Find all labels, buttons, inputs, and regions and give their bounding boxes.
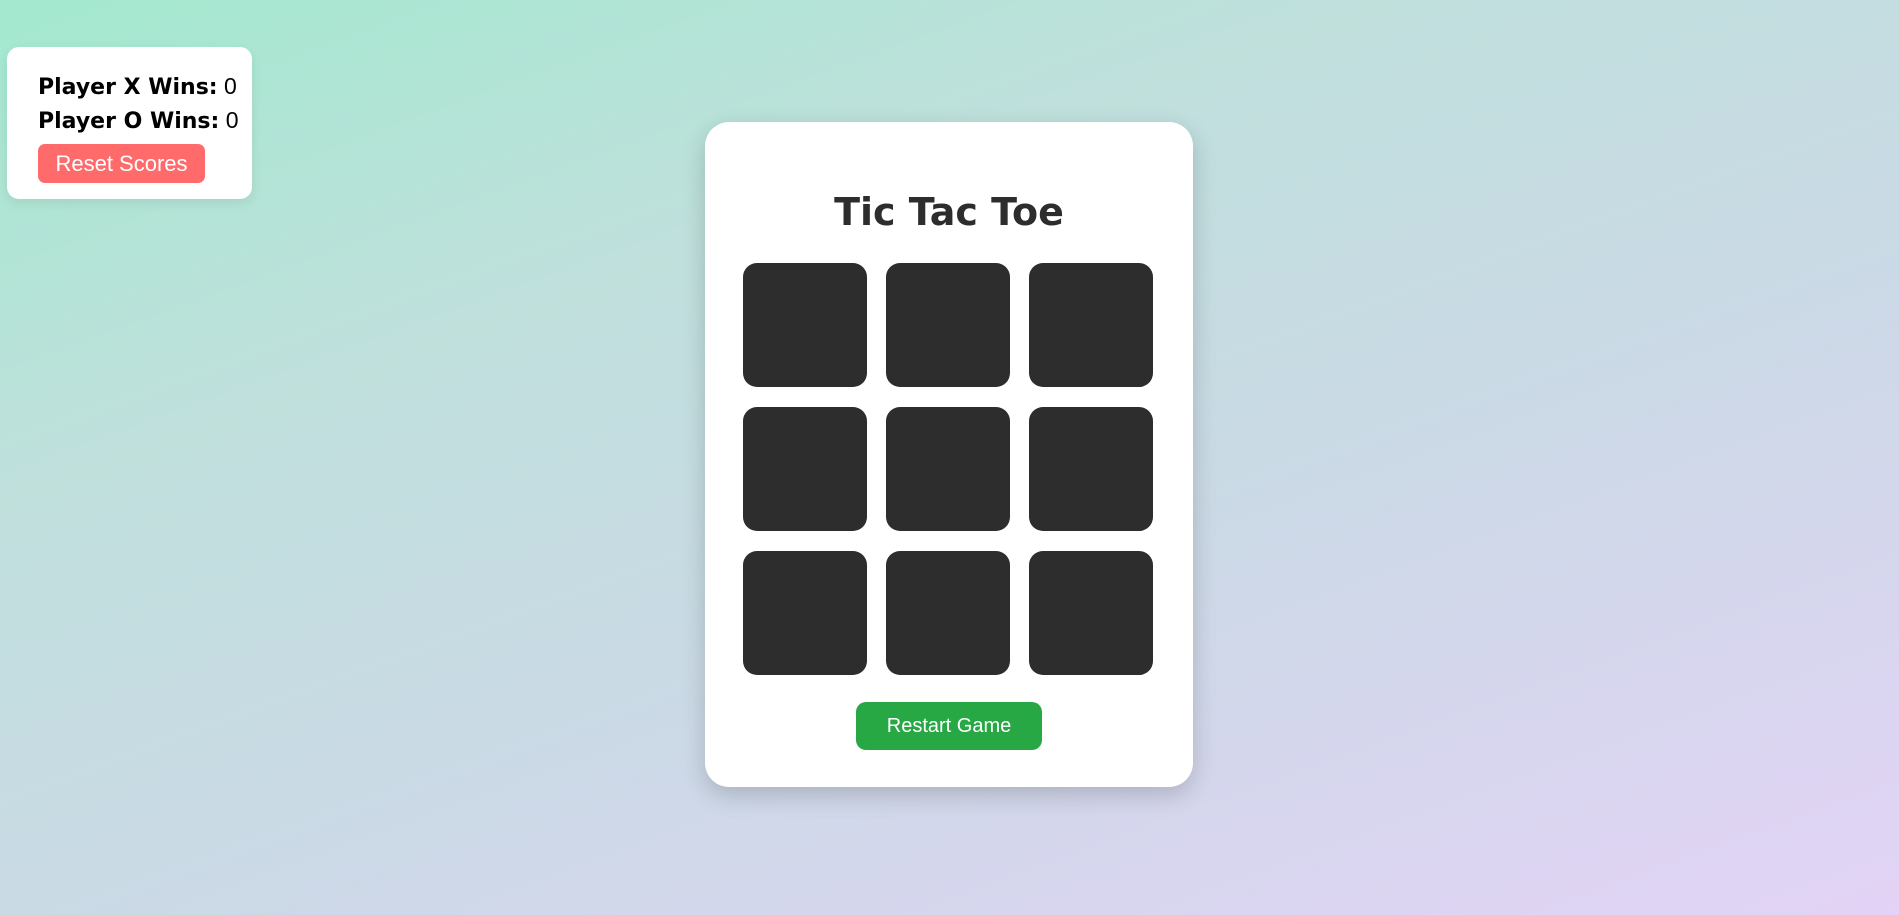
- scoreboard: Player X Wins: 0 Player O Wins: 0 Reset …: [7, 47, 252, 199]
- reset-scores-button[interactable]: Reset Scores: [38, 144, 205, 183]
- player-o-label: Player O Wins:: [38, 109, 220, 134]
- player-x-score: Player X Wins: 0: [38, 70, 252, 104]
- page-title: Tic Tac Toe: [834, 190, 1064, 234]
- player-x-label: Player X Wins:: [38, 75, 218, 100]
- game-board: [743, 263, 1153, 675]
- player-x-wins-value: 0: [223, 73, 237, 99]
- board-cell-1[interactable]: [743, 263, 867, 387]
- board-cell-3[interactable]: [1029, 263, 1153, 387]
- board-cell-4[interactable]: [743, 407, 867, 531]
- restart-game-button[interactable]: Restart Game: [856, 702, 1042, 750]
- board-cell-6[interactable]: [1029, 407, 1153, 531]
- board-cell-2[interactable]: [886, 263, 1010, 387]
- player-o-score: Player O Wins: 0: [38, 104, 252, 138]
- board-cell-5[interactable]: [886, 407, 1010, 531]
- player-o-wins-value: 0: [225, 107, 239, 133]
- board-cell-7[interactable]: [743, 551, 867, 675]
- board-cell-8[interactable]: [886, 551, 1010, 675]
- board-cell-9[interactable]: [1029, 551, 1153, 675]
- game-card: Tic Tac Toe Restart Game: [705, 122, 1193, 787]
